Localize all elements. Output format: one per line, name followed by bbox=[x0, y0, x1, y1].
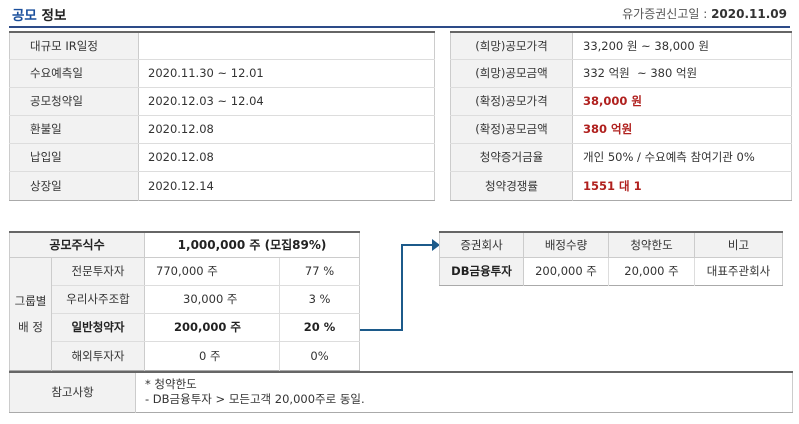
schedule-row: 납입일 2020.12.08 bbox=[9, 143, 435, 172]
allocation-row: 해외투자자 0 주 0% bbox=[10, 341, 360, 370]
pricing-row: (확정)공모금액 380 억원 bbox=[450, 115, 792, 144]
allocation-group-cell: 그룹별 배 정 bbox=[9, 257, 52, 370]
pricing-table: (희망)공모가격 33,200 원 ~ 38,000 원 (희망)공모금액 33… bbox=[450, 31, 792, 201]
underwriter-company: DB금융투자 bbox=[439, 257, 524, 285]
allocation-pct: 20 % bbox=[279, 313, 360, 342]
pricing-label: 청약증거금율 bbox=[450, 143, 573, 172]
filing-date-label: 유가증권신고일 : bbox=[622, 7, 712, 21]
allocation-shares: 30,000 주 bbox=[144, 285, 281, 314]
pricing-label: (희망)공모금액 bbox=[450, 59, 573, 88]
allocation-shares: 200,000 주 bbox=[144, 313, 281, 342]
allocation-row: 일반청약자 200,000 주 20 % bbox=[10, 313, 360, 342]
pricing-label: (희망)공모가격 bbox=[450, 32, 573, 60]
schedule-row: 대규모 IR일정 bbox=[9, 32, 435, 60]
allocation-total-value: 1,000,000 주 (모집89%) bbox=[144, 232, 360, 258]
allocation-total-label: 공모주식수 bbox=[9, 232, 146, 258]
schedule-value bbox=[138, 32, 435, 60]
schedule-row: 공모청약일 2020.12.03 ~ 12.04 bbox=[9, 87, 435, 116]
pricing-label: 청약경쟁률 bbox=[450, 171, 573, 200]
allocation-shares: 770,000 주 bbox=[144, 257, 281, 286]
schedule-value: 2020.12.03 ~ 12.04 bbox=[138, 87, 435, 116]
allocation-pct: 0% bbox=[310, 348, 329, 363]
pricing-label: (확정)공모금액 bbox=[450, 115, 573, 144]
underwriter-header-cell: 증권회사 bbox=[439, 232, 524, 258]
pricing-row: 청약경쟁률 1551 대 1 bbox=[450, 171, 792, 200]
underwriter-note: 대표주관회사 bbox=[706, 264, 771, 278]
section-title-rest: 정보 bbox=[36, 8, 67, 24]
notes-table: 참고사항 * 청약한도 - DB금융투자 > 모든고객 20,000주로 동일. bbox=[9, 371, 793, 413]
notes-line: - DB금융투자 > 모든고객 20,000주로 동일. bbox=[145, 392, 365, 407]
underwriter-row: DB금융투자 200,000 주 20,000 주 대표주관회사 bbox=[439, 257, 783, 285]
connector-arrow-icon bbox=[360, 239, 440, 331]
allocation-name: 일반청약자 bbox=[51, 313, 146, 342]
schedule-label: 상장일 bbox=[9, 171, 139, 200]
schedule-row: 환불일 2020.12.08 bbox=[9, 115, 435, 144]
pricing-row: (희망)공모금액 332 억원 ~ 380 억원 bbox=[450, 59, 792, 88]
schedule-row: 수요예측일 2020.11.30 ~ 12.01 bbox=[9, 59, 435, 88]
pricing-value-confirmed-amount: 380 억원 bbox=[572, 115, 792, 144]
allocation-name: 우리사주조합 bbox=[51, 285, 146, 314]
allocation-group-label-1: 그룹별 bbox=[14, 293, 47, 308]
pricing-label: (확정)공모가격 bbox=[450, 87, 573, 116]
pricing-row: (확정)공모가격 38,000 원 bbox=[450, 87, 792, 116]
notes-label: 참고사항 bbox=[9, 372, 136, 412]
schedule-label: 대규모 IR일정 bbox=[9, 32, 139, 60]
underwriter-shares: 200,000 주 bbox=[523, 257, 609, 285]
underwriter-header-cell: 비고 bbox=[694, 232, 783, 258]
filing-date-line: 유가증권신고일 : 2020.11.09 bbox=[622, 5, 787, 22]
allocation-pct: 77 % bbox=[279, 257, 360, 286]
schedule-row: 상장일 2020.12.14 bbox=[9, 171, 435, 200]
allocation-name: 해외투자자 bbox=[51, 341, 146, 370]
underwriter-header-cell: 청약한도 bbox=[608, 232, 695, 258]
section-title-accent: 공모 bbox=[12, 8, 37, 24]
schedule-label: 환불일 bbox=[9, 115, 139, 144]
notes-content: * 청약한도 - DB금융투자 > 모든고객 20,000주로 동일. bbox=[136, 372, 793, 412]
pricing-value: 332 억원 ~ 380 억원 bbox=[572, 59, 792, 88]
underwriter-limit: 20,000 주 bbox=[608, 257, 695, 285]
notes-line: * 청약한도 bbox=[145, 377, 197, 392]
pricing-value: 33,200 원 ~ 38,000 원 bbox=[572, 32, 792, 60]
allocation-row: 우리사주조합 30,000 주 3 % bbox=[10, 285, 360, 314]
allocation-group-label-2: 배 정 bbox=[18, 319, 43, 334]
allocation-total-row: 공모주식수 1,000,000 주 (모집89%) bbox=[9, 232, 360, 258]
allocation-name: 전문투자자 bbox=[51, 257, 146, 286]
notes-row: 참고사항 * 청약한도 - DB금융투자 > 모든고객 20,000주로 동일. bbox=[9, 372, 793, 412]
pricing-value: 개인 50% / 수요예측 참여기관 0% bbox=[572, 143, 792, 172]
section-title: 공모 정보 bbox=[12, 4, 66, 24]
schedule-label: 수요예측일 bbox=[9, 59, 139, 88]
pricing-row: (희망)공모가격 33,200 원 ~ 38,000 원 bbox=[450, 32, 792, 60]
schedule-table: 대규모 IR일정 수요예측일 2020.11.30 ~ 12.01 공모청약일 … bbox=[9, 31, 435, 201]
schedule-value: 2020.12.14 bbox=[148, 178, 214, 193]
schedule-label: 납입일 bbox=[9, 143, 139, 172]
schedule-value: 2020.11.30 ~ 12.01 bbox=[138, 59, 435, 88]
schedule-label: 공모청약일 bbox=[9, 87, 139, 116]
underwriter-header-cell: 배정수량 bbox=[523, 232, 609, 258]
header-rule bbox=[9, 26, 790, 28]
underwriter-table: 증권회사 배정수량 청약한도 비고 DB금융투자 200,000 주 20,00… bbox=[439, 231, 783, 286]
filing-date-value: 2020.11.09 bbox=[711, 7, 787, 21]
pricing-value-confirmed-price: 38,000 원 bbox=[572, 87, 792, 116]
pricing-value-competition-rate: 1551 대 1 bbox=[583, 178, 642, 193]
allocation-pct: 3 % bbox=[279, 285, 360, 314]
allocation-row: 그룹별 배 정 전문투자자 770,000 주 77 % bbox=[9, 257, 360, 370]
allocation-shares: 0 주 bbox=[144, 341, 281, 370]
underwriter-header-row: 증권회사 배정수량 청약한도 비고 bbox=[439, 232, 783, 258]
schedule-value: 2020.12.08 bbox=[138, 143, 435, 172]
allocation-table: 공모주식수 1,000,000 주 (모집89%) 그룹별 배 정 전문투자자 … bbox=[9, 231, 361, 371]
pricing-row: 청약증거금율 개인 50% / 수요예측 참여기관 0% bbox=[450, 143, 792, 172]
schedule-value: 2020.12.08 bbox=[138, 115, 435, 144]
